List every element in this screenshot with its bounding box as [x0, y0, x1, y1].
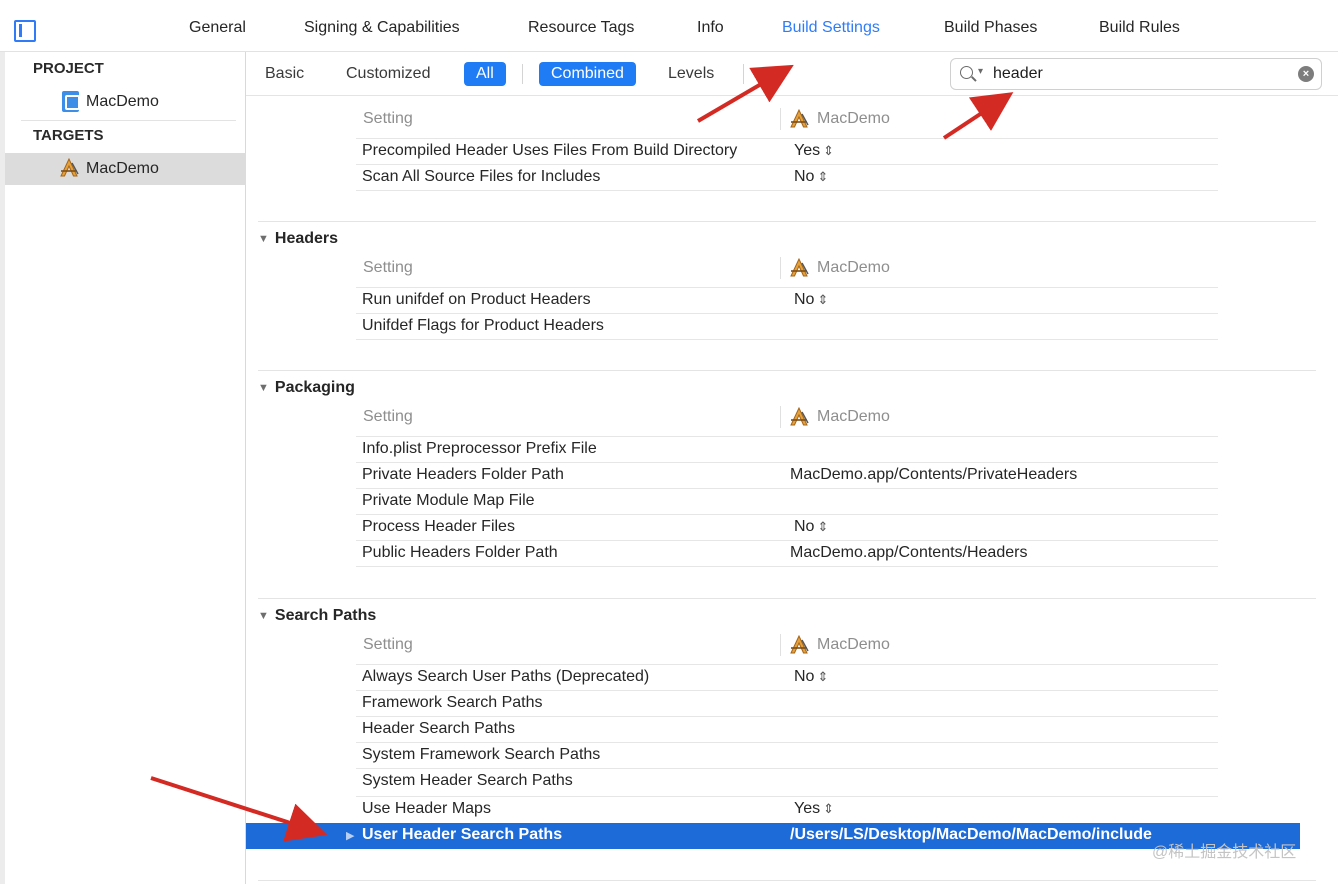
filter-divider — [522, 64, 523, 84]
popup-stepper-icon: ⇕ — [817, 292, 829, 307]
setting-row[interactable]: Unifdef Flags for Product Headers — [356, 313, 1218, 339]
disclosure-triangle-icon: ▼ — [258, 233, 269, 245]
tab-info[interactable]: Info — [697, 19, 724, 37]
sidebar-item-label: MacDemo — [86, 93, 159, 110]
setting-row[interactable]: Use Header Maps Yes ⇕ — [356, 796, 1218, 822]
group-header-search-paths[interactable]: ▼ Search Paths — [258, 607, 376, 625]
setting-row[interactable]: Scan All Source Files for Includes No ⇕ — [356, 164, 1218, 190]
tab-general[interactable]: General — [189, 19, 246, 37]
targets-section-header: TARGETS — [33, 127, 104, 144]
popup-stepper-icon: ⇕ — [823, 143, 835, 158]
setting-row[interactable]: Header Search Paths — [356, 716, 1218, 742]
setting-row[interactable]: System Header Search Paths — [356, 768, 1218, 794]
setting-value-popup: No ⇕ — [794, 518, 829, 535]
disclosure-triangle-icon[interactable]: ▶ — [346, 829, 354, 842]
group-divider — [258, 598, 1316, 599]
popup-stepper-icon: ⇕ — [823, 801, 835, 816]
filter-combined-button[interactable]: Combined — [539, 62, 636, 86]
tab-build-settings[interactable]: Build Settings — [782, 19, 880, 37]
column-divider — [780, 406, 781, 428]
setting-column-header: Setting — [363, 636, 413, 653]
sidebar-toggle-icon[interactable] — [14, 20, 36, 42]
app-target-icon — [60, 157, 79, 177]
setting-value-popup: No ⇕ — [794, 291, 829, 308]
filter-basic-button[interactable]: Basic — [265, 62, 304, 86]
search-icon — [960, 66, 973, 79]
project-file-icon — [62, 91, 80, 112]
search-input[interactable] — [993, 63, 1293, 85]
search-field[interactable]: ▾ × — [950, 58, 1322, 90]
group-divider — [258, 880, 1316, 881]
app-target-icon — [790, 108, 809, 128]
group-divider — [258, 221, 1316, 222]
setting-value-popup: Yes ⇕ — [794, 142, 835, 159]
setting-row[interactable]: Framework Search Paths — [356, 690, 1218, 716]
filter-all-button[interactable]: All — [464, 62, 506, 86]
disclosure-triangle-icon: ▼ — [258, 610, 269, 622]
setting-column-header: Setting — [363, 408, 413, 425]
tab-signing-capabilities[interactable]: Signing & Capabilities — [304, 19, 460, 37]
sidebar-item-project-macdemo[interactable]: MacDemo — [5, 86, 246, 118]
sidebar-item-target-macdemo[interactable]: MacDemo — [5, 153, 246, 185]
popup-stepper-icon: ⇕ — [817, 669, 829, 684]
setting-row[interactable]: Always Search User Paths (Deprecated) No… — [356, 664, 1218, 690]
project-section-header: PROJECT — [33, 60, 104, 77]
setting-row[interactable]: Public Headers Folder Path MacDemo.app/C… — [356, 540, 1218, 566]
column-divider — [780, 108, 781, 130]
tab-build-rules[interactable]: Build Rules — [1099, 19, 1180, 37]
group-header-packaging[interactable]: ▼ Packaging — [258, 379, 355, 397]
popup-stepper-icon: ⇕ — [817, 169, 829, 184]
setting-row[interactable]: Precompiled Header Uses Files From Build… — [356, 138, 1218, 164]
setting-row[interactable]: Private Headers Folder Path MacDemo.app/… — [356, 462, 1218, 488]
setting-row[interactable]: Run unifdef on Product Headers No ⇕ — [356, 287, 1218, 313]
project-navigator-sidebar: PROJECT MacDemo TARGETS MacDemo — [0, 52, 246, 884]
sidebar-item-label: MacDemo — [86, 160, 159, 177]
build-settings-filter-bar: Basic Customized All Combined Levels ▾ × — [246, 52, 1338, 96]
sidebar-divider — [21, 120, 236, 121]
setting-row[interactable]: Private Module Map File — [356, 488, 1218, 514]
editor-tab-bar: General Signing & Capabilities Resource … — [0, 0, 1338, 52]
setting-row[interactable]: Info.plist Preprocessor Prefix File — [356, 436, 1218, 462]
filter-levels-button[interactable]: Levels — [668, 62, 714, 86]
tab-resource-tags[interactable]: Resource Tags — [528, 19, 634, 37]
app-target-icon — [790, 634, 809, 654]
popup-stepper-icon: ⇕ — [817, 519, 829, 534]
build-settings-list: Setting MacDemo Precompiled Header Uses … — [246, 96, 1338, 884]
disclosure-triangle-icon: ▼ — [258, 382, 269, 394]
app-target-icon — [790, 406, 809, 426]
setting-row[interactable]: System Framework Search Paths — [356, 742, 1218, 768]
tab-build-phases[interactable]: Build Phases — [944, 19, 1037, 37]
filter-divider — [743, 64, 744, 84]
filter-customized-button[interactable]: Customized — [346, 62, 430, 86]
chevron-down-icon[interactable]: ▾ — [978, 66, 983, 77]
clear-search-icon[interactable]: × — [1298, 66, 1314, 82]
column-divider — [780, 634, 781, 656]
group-header-headers[interactable]: ▼ Headers — [258, 230, 338, 248]
setting-value-popup: Yes ⇕ — [794, 800, 835, 817]
setting-column-header: Setting — [363, 110, 413, 127]
setting-row[interactable]: Process Header Files No ⇕ — [356, 514, 1218, 540]
watermark: @稀土掘金技术社区 — [1152, 844, 1297, 861]
setting-value-popup: No ⇕ — [794, 168, 829, 185]
setting-column-header: Setting — [363, 259, 413, 276]
setting-value-popup: No ⇕ — [794, 668, 829, 685]
column-divider — [780, 257, 781, 279]
setting-row-selected[interactable]: ▶ User Header Search Paths /Users/LS/Des… — [246, 823, 1300, 849]
group-divider — [258, 370, 1316, 371]
app-target-icon — [790, 257, 809, 277]
